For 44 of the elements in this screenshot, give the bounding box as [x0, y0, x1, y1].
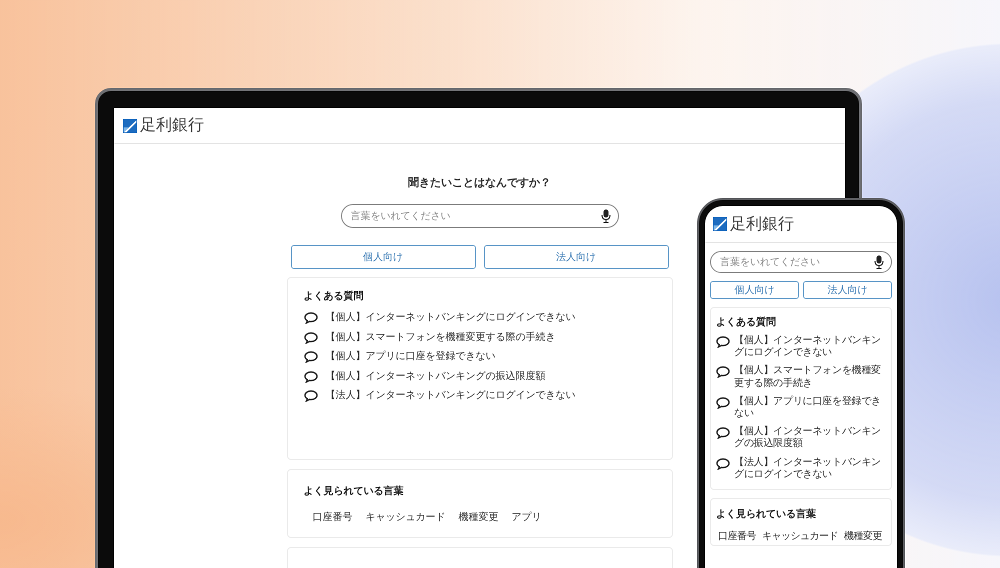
search-field[interactable]: 言葉をいれてください — [710, 251, 892, 273]
microphone-icon[interactable] — [874, 255, 884, 269]
popular-words-title: よく見られている言葉 — [304, 484, 404, 498]
faq-link[interactable]: 【個人】インターネットバンキングにログインできない — [734, 335, 886, 360]
keyword-link[interactable]: キャッシュカード — [762, 528, 838, 543]
speech-bubble-icon — [304, 370, 318, 382]
question-heading: 聞きたいことはなんですか？ — [408, 175, 551, 190]
speech-bubble-icon — [304, 312, 318, 324]
faq-link[interactable]: 【法人】インターネットバンキングにログインできない — [326, 389, 576, 402]
microphone-icon[interactable] — [600, 209, 610, 223]
logo-icon — [123, 118, 137, 132]
audience-button[interactable]: 法人向け — [484, 245, 668, 269]
faq-link[interactable]: 【個人】アプリに口座を登録できない — [326, 350, 496, 364]
audience-button[interactable]: 法人向け — [803, 281, 892, 299]
speech-bubble-icon — [304, 390, 318, 402]
faq-link[interactable]: 【個人】スマートフォンを機種変更する際の手続き — [734, 365, 886, 390]
keyword-link[interactable]: 口座番号 — [718, 528, 756, 543]
keyword-link[interactable]: 機種変更 — [458, 510, 498, 524]
speech-bubble-icon — [304, 351, 318, 363]
faq-title: よくある質問 — [304, 290, 364, 303]
faq-link[interactable]: 【個人】インターネットバンキングの振込限度額 — [734, 426, 886, 450]
faq-link[interactable]: 【個人】アプリに口座を登録できない — [734, 396, 886, 420]
speech-bubble-icon — [304, 332, 318, 344]
keyword-link[interactable]: キャッシュカード — [366, 510, 446, 524]
audience-button[interactable]: 個人向け — [290, 245, 476, 269]
faq-link[interactable]: 【個人】スマートフォンを機種変更する際の手続き — [326, 330, 556, 344]
search-field[interactable]: 言葉をいれてください — [340, 204, 618, 228]
speech-bubble-icon — [716, 366, 730, 378]
speech-bubble-icon — [716, 458, 730, 470]
faq-link[interactable]: 【個人】インターネットバンキングにログインできない — [326, 311, 576, 324]
logo-icon — [713, 217, 727, 231]
keyword-link[interactable]: アプリ — [512, 510, 542, 524]
keyword-link[interactable]: 口座番号 — [312, 510, 352, 524]
faq-title: よくある質問 — [716, 316, 777, 329]
bank-name: 足利銀行 — [730, 214, 794, 234]
bank-name: 足利銀行 — [140, 115, 204, 136]
speech-bubble-icon — [716, 336, 730, 348]
speech-bubble-icon — [716, 427, 730, 440]
audience-button[interactable]: 個人向け — [710, 281, 799, 299]
faq-link[interactable]: 【法人】インターネットバンキングにログインできない — [734, 456, 886, 481]
popular-words-title: よく見られている言葉 — [716, 507, 817, 521]
speech-bubble-icon — [716, 396, 730, 409]
keyword-link[interactable]: 機種変更 — [844, 528, 882, 543]
faq-link[interactable]: 【個人】インターネットバンキングの振込限度額 — [326, 370, 546, 383]
